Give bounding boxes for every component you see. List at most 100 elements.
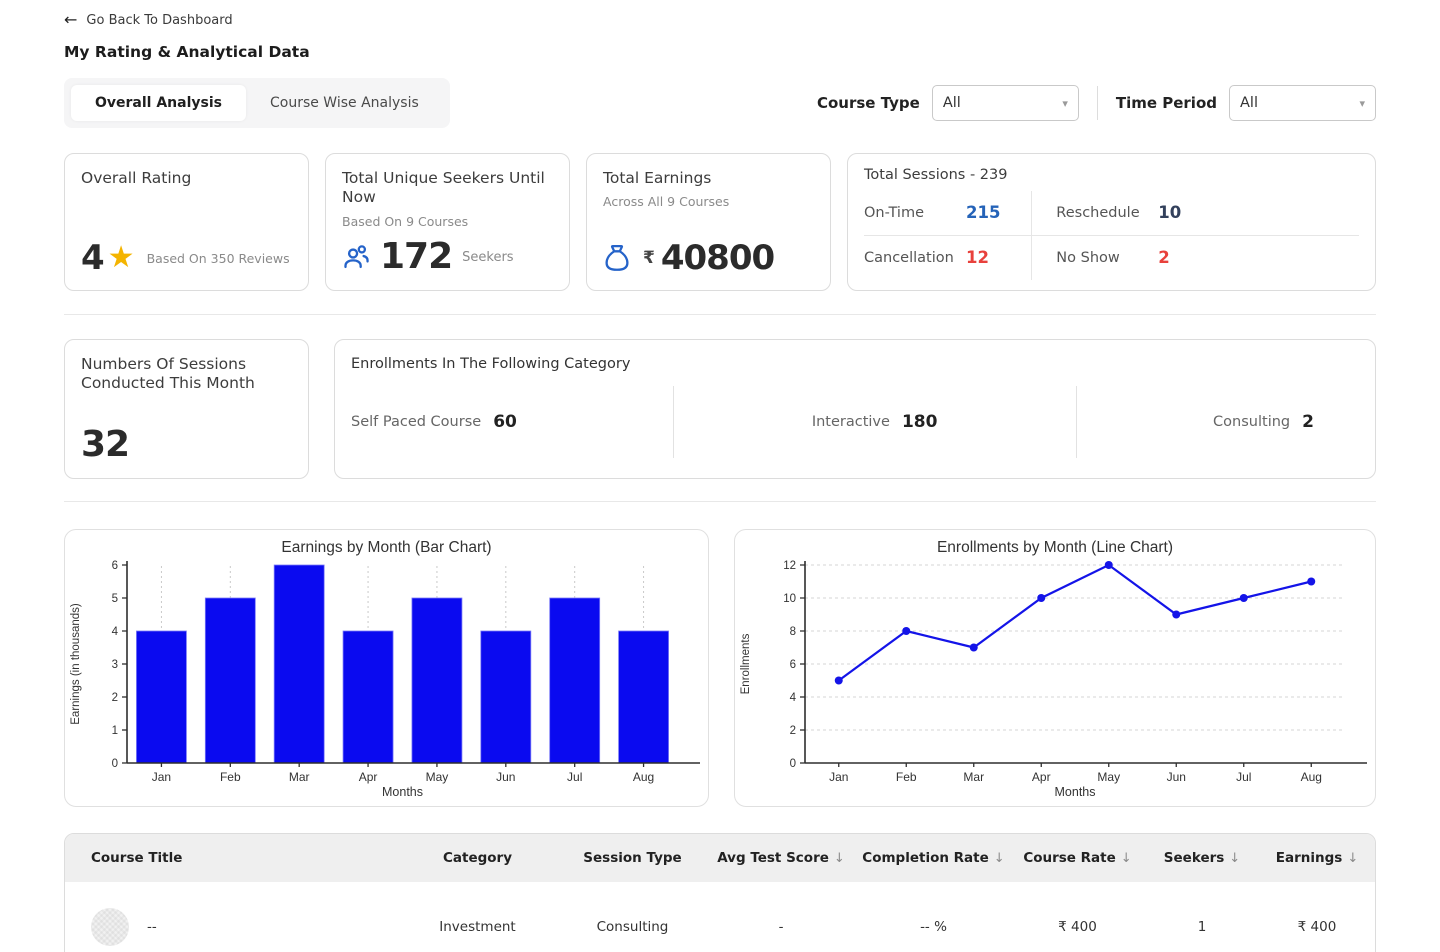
svg-text:Jul: Jul	[1236, 770, 1251, 784]
svg-text:Feb: Feb	[896, 770, 917, 784]
session-stat-value: 10	[1158, 203, 1182, 222]
svg-text:Jun: Jun	[496, 770, 515, 784]
enrollment-stat-value: 60	[493, 412, 517, 432]
line-chart-title: Enrollments by Month (Line Chart)	[936, 539, 1174, 556]
svg-text:Mar: Mar	[289, 770, 310, 784]
sort-desc-icon[interactable]: ↓	[834, 851, 845, 866]
tab-course-wise-analysis[interactable]: Course Wise Analysis	[246, 85, 443, 121]
column-header-earnings[interactable]: Earnings ↓	[1259, 850, 1375, 866]
svg-text:2: 2	[790, 725, 796, 737]
svg-text:May: May	[426, 770, 449, 784]
chevron-down-icon: ▾	[1359, 96, 1365, 110]
total-earnings-value: 40800	[660, 238, 775, 278]
session-stat-value: 2	[1158, 248, 1170, 267]
column-label: Avg Test Score	[717, 850, 829, 866]
rupee-icon: ₹	[643, 248, 655, 268]
tab-overall-analysis[interactable]: Overall Analysis	[71, 85, 246, 121]
stats-row: Overall Rating 4 ★ Based On 350 Reviews …	[64, 153, 1376, 291]
total-earnings-subtitle: Across All 9 Courses	[603, 194, 730, 210]
table-header-row: Course Title Category Session Type Avg T…	[65, 834, 1375, 882]
column-header-session-type: Session Type	[560, 850, 705, 866]
enrollment-stat-label: Consulting	[1213, 414, 1291, 430]
enrollments-line-chart-card: Enrollments by Month (Line Chart) 0 2 4 6 8 1…	[734, 529, 1376, 807]
earnings-cell: ₹ 400	[1297, 919, 1337, 935]
svg-text:Feb: Feb	[220, 770, 241, 784]
enrollment-stat-value: 2	[1302, 412, 1314, 432]
svg-text:0: 0	[790, 758, 796, 770]
course-title-cell: --	[65, 908, 395, 946]
earnings-bar-chart: 0 1 2 3 4 5 6 Jan Feb Mar Apr May Jun Jul Aug Months Ear…	[70, 560, 700, 799]
column-header-completion-rate[interactable]: Completion Rate ↓	[857, 850, 1010, 866]
sort-desc-icon[interactable]: ↓	[1229, 851, 1240, 866]
svg-text:Earnings (in thousands): Earnings (in thousands)	[70, 603, 82, 725]
svg-text:Months: Months	[1055, 785, 1096, 799]
sessions-this-month-title: Numbers Of Sessions Conducted This Month	[81, 355, 255, 393]
svg-text:6: 6	[112, 560, 118, 572]
sessions-this-month-card: Numbers Of Sessions Conducted This Month…	[64, 339, 309, 479]
sort-desc-icon[interactable]: ↓	[994, 851, 1005, 866]
bar-chart-title: Earnings by Month (Bar Chart)	[281, 539, 492, 556]
svg-text:Enrollments: Enrollments	[740, 633, 752, 694]
enrollment-stat-interactive: Interactive 180	[674, 386, 1077, 458]
svg-text:Apr: Apr	[1032, 770, 1051, 784]
chevron-down-icon: ▾	[1062, 96, 1068, 110]
time-period-filter: Time Period All ▾	[1116, 85, 1376, 121]
unique-seekers-subtitle: Based On 9 Courses	[342, 213, 469, 229]
svg-text:Months: Months	[382, 785, 423, 799]
sort-desc-icon[interactable]: ↓	[1121, 851, 1132, 866]
filters-divider	[1096, 86, 1098, 120]
seekers-cell: 1	[1197, 919, 1207, 935]
unique-seekers-title: Total Unique Seekers Until Now	[342, 169, 545, 207]
charts-row: Earnings by Month (Bar Chart) 0 1 2 3 4 5 6 Jan…	[64, 529, 1376, 807]
course-type-select[interactable]: All ▾	[931, 85, 1079, 121]
enrollment-stat-consulting: Consulting 2	[1077, 386, 1359, 458]
svg-text:8: 8	[790, 626, 796, 638]
avg-test-score-cell: -	[778, 919, 784, 935]
back-to-dashboard-link[interactable]: ← Go Back To Dashboard	[64, 12, 1376, 28]
svg-text:10: 10	[783, 593, 796, 605]
sort-desc-icon[interactable]: ↓	[1347, 851, 1358, 866]
svg-text:Aug: Aug	[633, 770, 654, 784]
star-icon: ★	[107, 240, 135, 275]
sessions-grid: On-Time 215 Reschedule 10 Cancellation 1…	[864, 191, 1359, 280]
back-label: Go Back To Dashboard	[86, 12, 233, 28]
column-header-course-rate[interactable]: Course Rate ↓	[1010, 850, 1145, 866]
svg-text:1: 1	[112, 725, 118, 737]
column-label: Seekers	[1163, 850, 1225, 866]
column-header-avg-test-score[interactable]: Avg Test Score ↓	[705, 850, 857, 866]
column-label: Session Type	[583, 850, 682, 866]
svg-text:6: 6	[790, 659, 796, 671]
enrollments-line-chart: 0 2 4 6 8 10 12 Jan Feb Mar Apr May Jun Jul Aug Months E…	[740, 560, 1367, 799]
avatar	[91, 908, 129, 946]
unique-seekers-unit: Seekers	[462, 249, 514, 265]
enrollment-stat-label: Interactive	[811, 414, 890, 430]
overall-rating-card: Overall Rating 4 ★ Based On 350 Reviews	[64, 153, 309, 291]
svg-text:12: 12	[783, 560, 796, 572]
svg-text:Apr: Apr	[359, 770, 378, 784]
svg-text:Jan: Jan	[829, 770, 848, 784]
course-title-text: --	[147, 919, 157, 935]
time-period-value: All	[1240, 95, 1258, 111]
svg-text:5: 5	[112, 593, 118, 605]
svg-text:Jan: Jan	[152, 770, 171, 784]
sessions-this-month-value: 32	[81, 424, 130, 465]
total-earnings-title: Total Earnings	[603, 169, 712, 187]
svg-text:Aug: Aug	[1301, 770, 1322, 784]
course-type-label: Course Type	[816, 94, 920, 112]
overall-rating-value: 4	[81, 238, 105, 278]
session-stat-label: Reschedule	[1056, 204, 1140, 221]
svg-text:Mar: Mar	[963, 770, 984, 784]
enrollment-stat-self-paced: Self Paced Course 60	[351, 386, 674, 458]
earnings-bar-chart-card: Earnings by Month (Bar Chart) 0 1 2 3 4 5 6 Jan…	[64, 529, 709, 807]
total-sessions-card: Total Sessions - 239 On-Time 215 Resched…	[847, 153, 1376, 291]
unique-seekers-card: Total Unique Seekers Until Now Based On …	[325, 153, 570, 291]
time-period-label: Time Period	[1115, 94, 1217, 112]
completion-rate-cell: -- %	[920, 919, 947, 935]
section-divider	[64, 314, 1376, 315]
session-stat-value: 215	[966, 203, 1001, 222]
time-period-select[interactable]: All ▾	[1229, 85, 1376, 121]
enrollment-stat-value: 180	[901, 412, 938, 432]
svg-text:Jun: Jun	[1167, 770, 1186, 784]
page-title: My Rating & Analytical Data	[64, 43, 310, 61]
column-header-seekers[interactable]: Seekers ↓	[1145, 850, 1259, 866]
